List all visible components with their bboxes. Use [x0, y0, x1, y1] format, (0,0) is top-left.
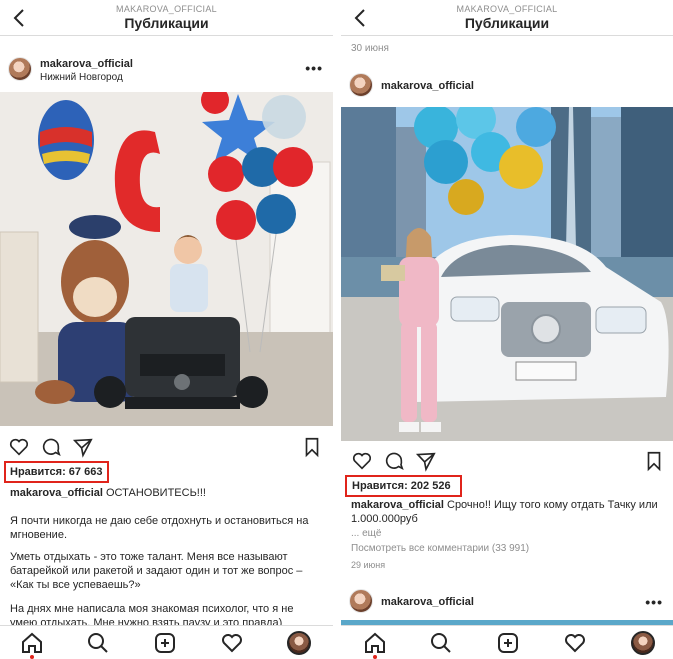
avatar[interactable]	[8, 57, 32, 81]
post-username[interactable]: makarova_official	[40, 58, 133, 70]
home-icon[interactable]	[363, 631, 387, 655]
panel-divider	[333, 0, 341, 659]
post-date: 29 июня	[351, 560, 386, 570]
comment-icon[interactable]	[40, 436, 62, 458]
active-indicator-dot	[373, 655, 377, 659]
search-icon[interactable]	[429, 631, 453, 655]
previous-post-date: 30 июня	[351, 43, 389, 54]
more-dots-icon[interactable]: •••	[305, 60, 323, 76]
avatar[interactable]	[349, 73, 373, 97]
header-username: MAKAROVA_OFFICIAL	[456, 4, 558, 14]
header: MAKAROVA_OFFICIAL Публикации	[341, 0, 673, 36]
caption-username[interactable]: makarova_official	[10, 487, 103, 499]
header-username: MAKAROVA_OFFICIAL	[116, 4, 217, 14]
next-post-header: makarova_official •••	[341, 580, 673, 620]
header: MAKAROVA_OFFICIAL Публикации	[0, 0, 333, 36]
likes-count[interactable]: Нравится: 67 663	[10, 466, 102, 478]
send-icon[interactable]	[72, 436, 94, 458]
post-username[interactable]: makarova_official	[381, 596, 474, 608]
photo-illustration	[341, 107, 673, 441]
bottom-nav	[341, 625, 673, 659]
left-screenshot: MAKAROVA_OFFICIAL Публикации makarova_of…	[0, 0, 333, 659]
page-title: Публикации	[464, 15, 550, 31]
active-indicator-dot	[30, 655, 34, 659]
search-icon[interactable]	[86, 631, 110, 655]
post-caption: makarova_official Срочно!! Ищу того кому…	[351, 498, 663, 526]
profile-avatar[interactable]	[287, 631, 311, 655]
activity-heart-icon[interactable]	[563, 631, 587, 655]
post-photo[interactable]	[0, 92, 333, 426]
caption-username[interactable]: makarova_official	[351, 499, 444, 511]
more-link[interactable]: ... ещё	[351, 528, 381, 539]
avatar[interactable]	[349, 589, 373, 613]
post-username[interactable]: makarova_official	[381, 80, 474, 92]
likes-count[interactable]: Нравится: 202 526	[352, 480, 451, 492]
more-dots-icon[interactable]: •••	[645, 594, 663, 610]
caption-paragraph: Уметь отдыхать - это тоже талант. Меня в…	[10, 551, 303, 591]
view-comments-link[interactable]: Посмотреть все комментарии (33 991)	[351, 543, 529, 554]
post-caption: makarova_official ОСТАНОВИТЕСЬ!!!	[10, 486, 323, 500]
right-screenshot: MAKAROVA_OFFICIAL Публикации 30 июня mak…	[341, 0, 673, 659]
add-post-icon[interactable]	[496, 631, 520, 655]
activity-heart-icon[interactable]	[220, 631, 244, 655]
heart-icon[interactable]	[351, 450, 373, 472]
send-icon[interactable]	[415, 450, 437, 472]
home-icon[interactable]	[20, 631, 44, 655]
post-header: makarova_official Нижний Новгород •••	[0, 48, 333, 88]
bottom-nav	[0, 625, 333, 659]
post-actions	[0, 436, 333, 462]
caption-paragraph: Я почти никогда не даю себе отдохнуть и …	[10, 515, 309, 541]
bookmark-icon[interactable]	[643, 450, 665, 472]
bookmark-icon[interactable]	[301, 436, 323, 458]
post-actions	[341, 450, 673, 476]
add-post-icon[interactable]	[153, 631, 177, 655]
heart-icon[interactable]	[8, 436, 30, 458]
photo-illustration	[0, 92, 333, 426]
caption-text: ОСТАНОВИТЕСЬ!!!	[102, 487, 206, 499]
post-header: makarova_official	[341, 64, 673, 104]
page-title: Публикации	[124, 15, 209, 31]
post-photo[interactable]	[341, 107, 673, 441]
post-location[interactable]: Нижний Новгород	[40, 72, 123, 83]
comment-icon[interactable]	[383, 450, 405, 472]
profile-avatar[interactable]	[631, 631, 655, 655]
